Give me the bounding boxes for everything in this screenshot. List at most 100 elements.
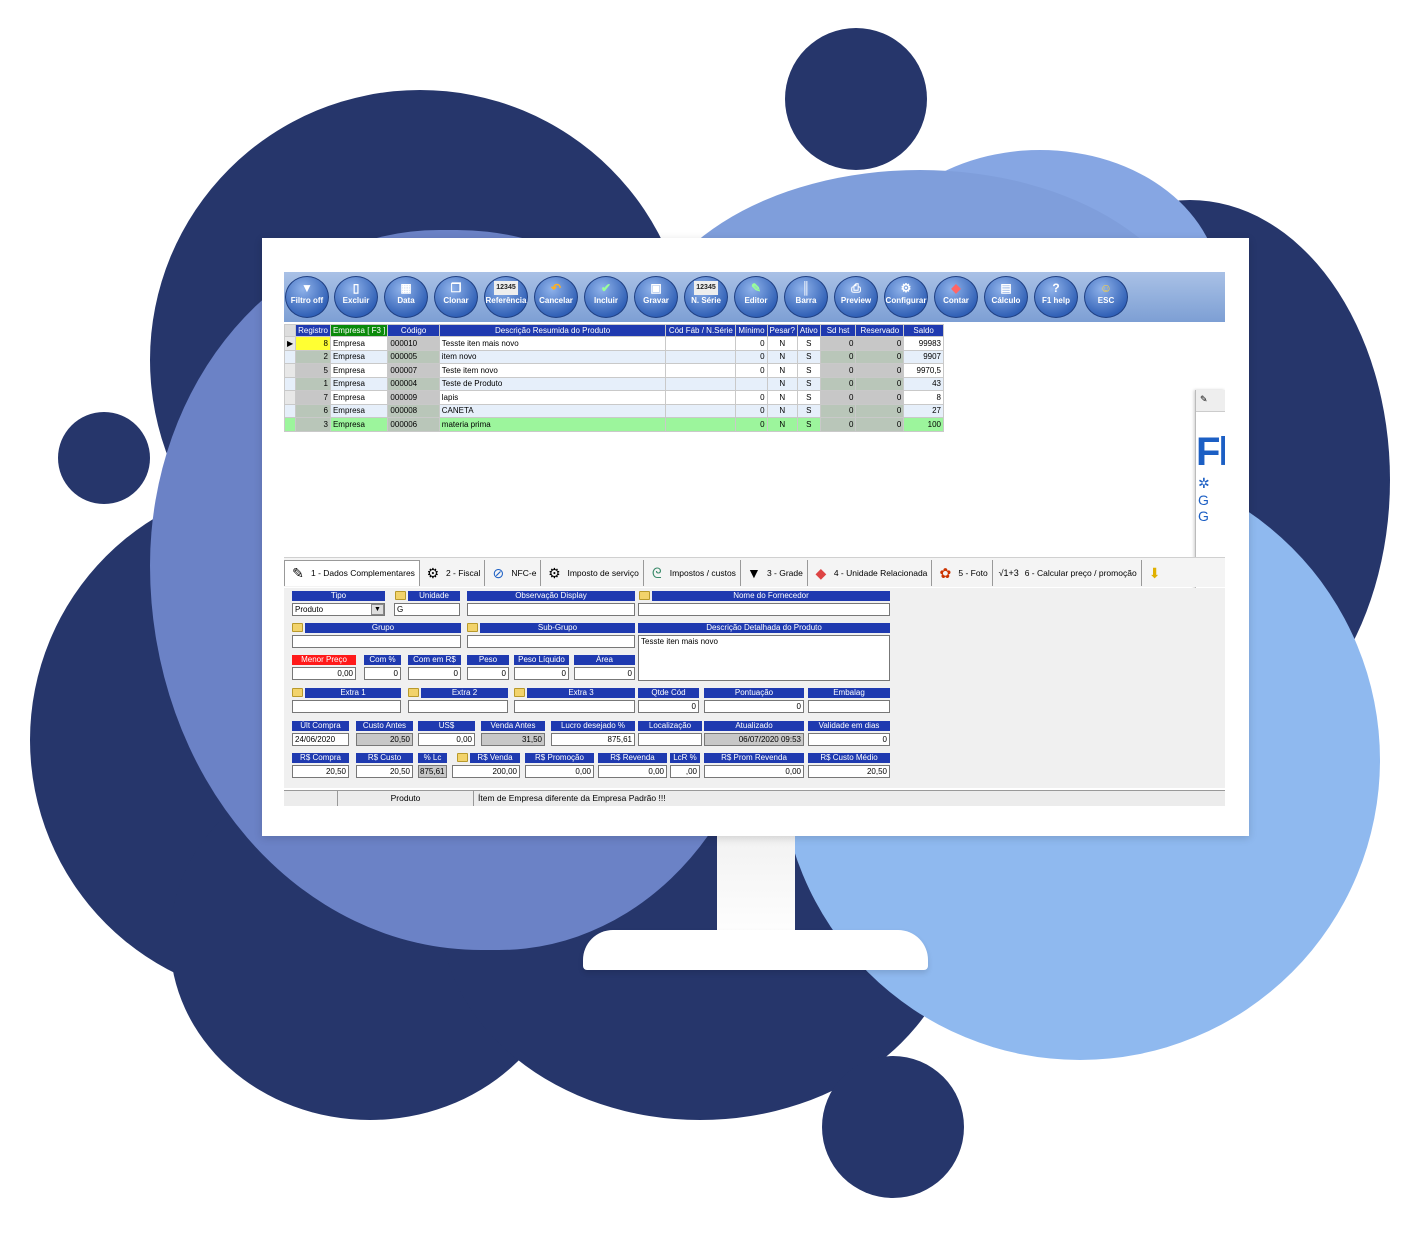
tab-nfce[interactable]: ⊘ NFC-e bbox=[485, 559, 542, 586]
folder-icon[interactable] bbox=[467, 623, 478, 632]
extra2-field[interactable] bbox=[408, 700, 508, 713]
embalag-field[interactable] bbox=[808, 700, 890, 713]
tab-imposto-servico[interactable]: ⚙ Imposto de serviço bbox=[541, 559, 644, 586]
folder-icon[interactable] bbox=[292, 623, 303, 632]
column-header[interactable]: Empresa [ F3 ] bbox=[329, 324, 389, 337]
table-cell bbox=[665, 363, 737, 378]
tab-impostos-custos[interactable]: ᘓ Impostos / custos bbox=[644, 559, 741, 586]
rs-custo-medio-field[interactable]: 20,50 bbox=[808, 765, 890, 778]
qtde-cod-field[interactable]: 0 bbox=[638, 700, 699, 713]
ult-compra-field[interactable]: 24/06/2020 bbox=[292, 733, 349, 746]
fornecedor-field[interactable] bbox=[638, 603, 890, 616]
column-header[interactable]: Reservado bbox=[855, 324, 905, 337]
tab-calcular-preco[interactable]: √1+3 6 - Calcular preço / promoção bbox=[993, 559, 1142, 586]
rs-venda-field[interactable]: 200,00 bbox=[452, 765, 520, 778]
localizacao-field[interactable] bbox=[638, 733, 702, 746]
calculation-button[interactable]: ▤ Cálculo bbox=[984, 276, 1028, 318]
editor-button[interactable]: ✎ Editor bbox=[734, 276, 778, 318]
rs-revenda-field[interactable]: 0,00 bbox=[598, 765, 667, 778]
tab-grade[interactable]: ▼ 3 - Grade bbox=[741, 559, 808, 586]
folder-icon[interactable] bbox=[292, 688, 303, 697]
obs-display-field[interactable] bbox=[467, 603, 635, 616]
venda-antes-field[interactable]: 31,50 bbox=[481, 733, 545, 746]
delete-button[interactable]: ▯ Excluir bbox=[334, 276, 378, 318]
clone-button[interactable]: ❐ Clonar bbox=[434, 276, 478, 318]
custo-antes-field[interactable]: 20,50 bbox=[356, 733, 413, 746]
com-rs-field[interactable]: 0 bbox=[408, 667, 461, 680]
rs-compra-field[interactable]: 20,50 bbox=[292, 765, 349, 778]
side-panel-titlebar[interactable]: ✎ bbox=[1196, 390, 1225, 412]
column-header[interactable]: Ativo bbox=[796, 324, 821, 337]
lucro-field[interactable]: 875,61 bbox=[551, 733, 635, 746]
side-panel-icon[interactable]: ✲ bbox=[1198, 475, 1225, 492]
table-row[interactable]: 2 Empresa 000005 item novo 0 N S 0 0 990… bbox=[284, 349, 944, 364]
help-icon: ? bbox=[1052, 281, 1060, 295]
folder-icon[interactable] bbox=[639, 591, 650, 600]
column-header[interactable]: Sd hst bbox=[819, 324, 857, 337]
com-pct-field[interactable]: 0 bbox=[364, 667, 401, 680]
reference-button[interactable]: 12345 Referência bbox=[484, 276, 528, 318]
column-header[interactable]: Mínimo bbox=[735, 324, 768, 337]
peso-liquido-field[interactable]: 0 bbox=[514, 667, 569, 680]
grupo-label: Grupo bbox=[305, 623, 461, 633]
column-header[interactable]: Descrição Resumida do Produto bbox=[438, 324, 667, 337]
extra3-field[interactable] bbox=[514, 700, 635, 713]
column-header[interactable]: Registro bbox=[295, 324, 331, 337]
subgrupo-field[interactable] bbox=[467, 635, 635, 648]
chevron-down-icon[interactable]: ▼ bbox=[371, 604, 384, 615]
column-header[interactable]: Código bbox=[387, 324, 440, 337]
column-header[interactable]: Saldo bbox=[903, 324, 944, 337]
filter-off-button[interactable]: ▼ Filtro off bbox=[285, 276, 329, 318]
folder-icon[interactable] bbox=[514, 688, 525, 697]
table-cell bbox=[665, 417, 737, 432]
side-panel-icon[interactable]: G bbox=[1198, 492, 1225, 508]
barcode-button[interactable]: ║ Barra bbox=[784, 276, 828, 318]
column-header[interactable]: Pesar? bbox=[766, 324, 798, 337]
row-indicator bbox=[284, 403, 297, 418]
peso-field[interactable]: 0 bbox=[467, 667, 509, 680]
column-header[interactable]: Cód Fáb / N.Série bbox=[665, 324, 737, 337]
count-button[interactable]: ◆ Contar bbox=[934, 276, 978, 318]
table-cell: 0 bbox=[819, 349, 857, 364]
table-row[interactable]: 1 Empresa 000004 Teste de Produto N S 0 … bbox=[284, 376, 944, 391]
add-button[interactable]: ✔ Incluir bbox=[584, 276, 628, 318]
tab-fiscal[interactable]: ⚙ 2 - Fiscal bbox=[420, 559, 486, 586]
date-button[interactable]: ▦ Data bbox=[384, 276, 428, 318]
tab-foto[interactable]: ✿ 5 - Foto bbox=[932, 559, 993, 586]
unidade-label: Unidade bbox=[408, 591, 460, 601]
descricao-detalhada-field[interactable]: Tesste iten mais novo bbox=[638, 635, 890, 681]
grupo-field[interactable] bbox=[292, 635, 461, 648]
validade-field[interactable]: 0 bbox=[808, 733, 890, 746]
table-cell: 5 bbox=[295, 363, 331, 378]
table-row[interactable]: 7 Empresa 000009 lapis 0 N S 0 0 8 bbox=[284, 390, 944, 405]
calculator-icon[interactable] bbox=[457, 753, 468, 762]
save-button[interactable]: ▣ Gravar bbox=[634, 276, 678, 318]
lcr-pct-field[interactable]: ,00 bbox=[670, 765, 700, 778]
unidade-field[interactable]: G bbox=[394, 603, 460, 616]
us-field[interactable]: 0,00 bbox=[418, 733, 475, 746]
table-row[interactable]: 5 Empresa 000007 Teste item novo 0 N S 0… bbox=[284, 363, 944, 378]
folder-icon[interactable] bbox=[408, 688, 419, 697]
folder-icon[interactable] bbox=[395, 591, 406, 600]
cancel-button[interactable]: ↶ Cancelar bbox=[534, 276, 578, 318]
table-cell: 0 bbox=[735, 336, 768, 351]
serial-number-button[interactable]: 12345 N. Série bbox=[684, 276, 728, 318]
configure-button[interactable]: ⚙ Configurar bbox=[884, 276, 928, 318]
pontuacao-field[interactable]: 0 bbox=[704, 700, 804, 713]
rs-prom-revenda-field[interactable]: 0,00 bbox=[704, 765, 804, 778]
tab-unidade-relacionada[interactable]: ◆ 4 - Unidade Relacionada bbox=[808, 559, 933, 586]
table-row[interactable]: 6 Empresa 000008 CANETA 0 N S 0 0 27 bbox=[284, 403, 944, 418]
escape-button[interactable]: ☺ ESC bbox=[1084, 276, 1128, 318]
area-field[interactable]: 0 bbox=[574, 667, 635, 680]
extra1-field[interactable] bbox=[292, 700, 401, 713]
rs-promocao-field[interactable]: 0,00 bbox=[525, 765, 594, 778]
preview-button[interactable]: ⎙ Preview bbox=[834, 276, 878, 318]
menor-preco-field[interactable]: 0,00 bbox=[292, 667, 356, 680]
tab-dados-complementares[interactable]: ✎ 1 - Dados Complementares bbox=[284, 559, 420, 586]
help-button[interactable]: ? F1 help bbox=[1034, 276, 1078, 318]
side-panel-icon[interactable]: G bbox=[1198, 508, 1225, 524]
tab-more[interactable]: ⬇ bbox=[1142, 560, 1172, 586]
table-row[interactable]: ▶ 8 Empresa 000010 Tesste iten mais novo… bbox=[284, 336, 944, 351]
rs-custo-field[interactable]: 20,50 bbox=[356, 765, 413, 778]
table-row[interactable]: 3 Empresa 000006 materia prima 0 N S 0 0… bbox=[284, 417, 944, 432]
